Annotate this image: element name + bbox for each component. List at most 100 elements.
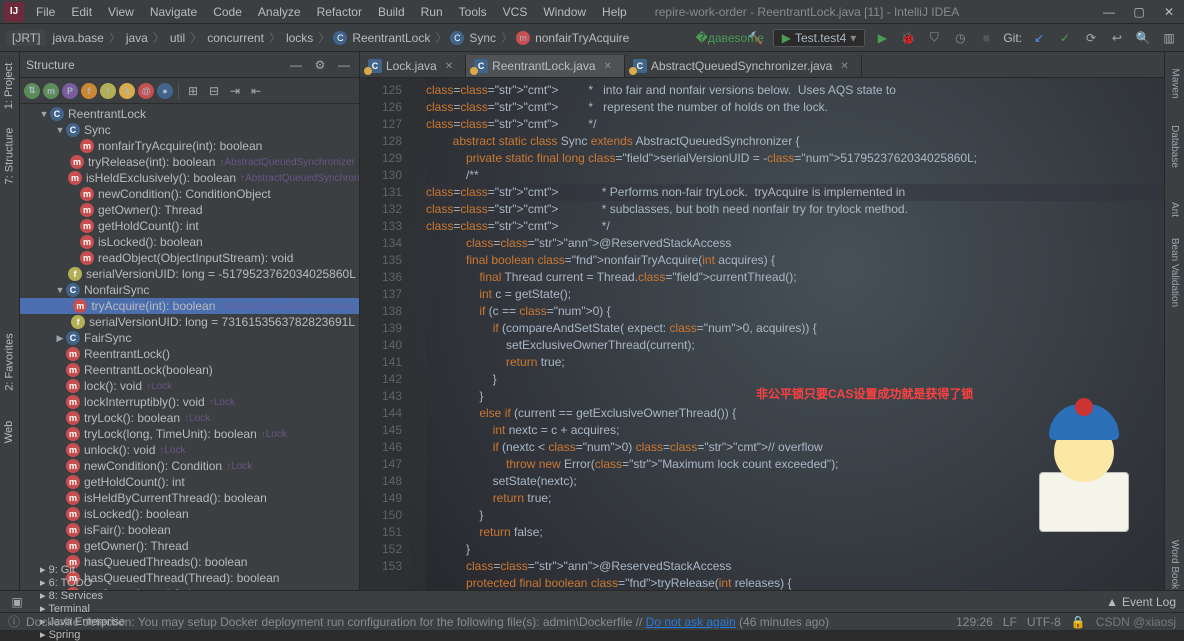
filter-icon[interactable]: m [43,83,59,99]
breadcrumb-segment[interactable]: concurrent [207,31,264,45]
menu-tools[interactable]: Tools [451,3,495,21]
menu-window[interactable]: Window [535,3,594,21]
show-props-icon[interactable]: P [62,83,78,99]
menu-refactor[interactable]: Refactor [309,3,370,21]
tree-node[interactable]: mnewCondition(): Condition↑Lock [20,458,359,474]
run-configuration[interactable]: ▶ Test.test4 ▾ [773,29,866,47]
show-fields-icon[interactable]: f [81,83,97,99]
breadcrumb-segment[interactable]: java [126,31,148,45]
tree-node[interactable]: mnonfairTryAcquire(int): boolean [20,138,359,154]
tree-node[interactable]: misHeldExclusively(): boolean↑AbstractQu… [20,170,359,186]
tree-node[interactable]: ▼CReentrantLock [20,106,359,122]
maven-tab[interactable]: Maven [1169,68,1180,98]
build-icon[interactable]: �давesome [721,29,739,47]
tree-node[interactable]: mReentrantLock() [20,346,359,362]
tree-node[interactable]: mtryLock(): boolean↑Lock [20,410,359,426]
tree-node[interactable]: misLocked(): boolean [20,506,359,522]
tree-node[interactable]: mlockInterruptibly(): void↑Lock [20,394,359,410]
bottom-tab[interactable]: ▸ 9: Git [40,563,125,576]
vcs-update-icon[interactable]: ↙ [1030,29,1048,47]
tree-node[interactable]: mtryLock(long, TimeUnit): boolean↑Lock [20,426,359,442]
tree-node[interactable]: munlock(): void↑Lock [20,442,359,458]
stop-button[interactable]: ■ [977,29,995,47]
bottom-tab[interactable]: ▸ 6: TODO [40,576,125,589]
bottom-tab[interactable]: ▸ Spring [40,628,125,641]
breadcrumb-inner[interactable]: Sync [469,31,496,45]
close-tab-icon[interactable]: ✕ [840,61,848,72]
run-button[interactable]: ▶ [873,29,891,47]
hammer-icon[interactable]: 🔨 [747,29,765,47]
menu-build[interactable]: Build [370,3,413,21]
show-inherited-icon[interactable]: I [100,83,116,99]
tool-menu-icon[interactable]: ▣ [8,593,26,611]
close-tab-icon[interactable]: ✕ [604,61,612,72]
tree-node[interactable]: misLocked(): boolean [20,234,359,250]
group-icon[interactable]: ● [157,83,173,99]
tree-node[interactable]: mreadObject(ObjectInputStream): void [20,250,359,266]
tree-node[interactable]: mlock(): void↑Lock [20,378,359,394]
search-icon[interactable]: 🔍 [1134,29,1152,47]
menu-help[interactable]: Help [594,3,635,21]
minimize-button[interactable]: — [1094,0,1124,24]
editor-tab[interactable]: CLock.java✕ [360,55,466,77]
line-gutter[interactable]: 1251261271281291301311321331341351361371… [360,78,410,590]
caret-position[interactable]: 129:26 [956,615,993,629]
favorites-tab[interactable]: 2: Favorites [4,333,16,390]
project-tab[interactable]: 1: Project [4,63,16,109]
anon-icon[interactable]: @ [138,83,154,99]
menu-navigate[interactable]: Navigate [142,3,205,21]
tree-node[interactable]: ▶CFairSync [20,330,359,346]
close-button[interactable]: ✕ [1154,0,1184,24]
web-tab[interactable]: Web [4,421,16,443]
tree-node[interactable]: mgetOwner(): Thread [20,538,359,554]
tree-node[interactable]: misHeldByCurrentThread(): boolean [20,490,359,506]
menu-code[interactable]: Code [205,3,250,21]
collapse-icon[interactable]: — [287,56,305,74]
breadcrumb-method[interactable]: nonfairTryAcquire [535,31,629,45]
file-encoding[interactable]: UTF-8 [1027,615,1061,629]
hide-icon[interactable]: — [335,56,353,74]
event-log[interactable]: ▲ Event Log [1106,595,1176,609]
bean-tab[interactable]: Bean Validation [1169,238,1180,307]
tree-node[interactable]: ▼CSync [20,122,359,138]
autoscroll-from-icon[interactable]: ⇤ [247,82,265,100]
profile-button[interactable]: ◷ [951,29,969,47]
breadcrumb-segment[interactable]: locks [286,31,313,45]
ide-update-icon[interactable]: ▥ [1160,29,1178,47]
sort-icon[interactable]: ⇅ [24,83,40,99]
editor-tab[interactable]: CAbstractQueuedSynchronizer.java✕ [625,55,862,77]
status-link[interactable]: Do not ask again [646,615,736,629]
bottom-tab[interactable]: ▸ Terminal [40,602,125,615]
editor-tab[interactable]: CReentrantLock.java✕ [466,55,625,77]
vcs-history-icon[interactable]: ⟳ [1082,29,1100,47]
menu-analyze[interactable]: Analyze [250,3,309,21]
menu-view[interactable]: View [100,3,142,21]
menu-file[interactable]: File [28,3,63,21]
bottom-tab[interactable]: ▸ 8: Services [40,589,125,602]
structure-tree[interactable]: ▼CReentrantLock▼CSyncmnonfairTryAcquire(… [20,104,359,590]
menu-edit[interactable]: Edit [63,3,100,21]
tree-node[interactable]: fserialVersionUID: long = 73161535637828… [20,314,359,330]
breadcrumb-segment[interactable]: util [170,31,185,45]
readonly-icon[interactable]: 🔒 [1071,615,1086,629]
autoscroll-icon[interactable]: ⇥ [226,82,244,100]
close-tab-icon[interactable]: ✕ [445,61,453,72]
breadcrumb-class[interactable]: ReentrantLock [352,31,430,45]
vcs-commit-icon[interactable]: ✓ [1056,29,1074,47]
expand-all-icon[interactable]: ⊞ [184,82,202,100]
database-tab[interactable]: Database [1169,125,1180,168]
tree-node[interactable]: mnewCondition(): ConditionObject [20,186,359,202]
lambda-icon[interactable]: λ [119,83,135,99]
collapse-all-icon[interactable]: ⊟ [205,82,223,100]
gear-icon[interactable]: ⚙ [311,56,329,74]
tree-node[interactable]: misFair(): boolean [20,522,359,538]
vcs-revert-icon[interactable]: ↩ [1108,29,1126,47]
tree-node[interactable]: mgetHoldCount(): int [20,218,359,234]
breadcrumb-segment[interactable]: java.base [52,31,103,45]
coverage-button[interactable]: ⛉ [925,29,943,47]
tree-node[interactable]: mgetHoldCount(): int [20,474,359,490]
tree-node[interactable]: mtryRelease(int): boolean↑AbstractQueued… [20,154,359,170]
menu-vcs[interactable]: VCS [495,3,536,21]
maximize-button[interactable]: ▢ [1124,0,1154,24]
structure-tab[interactable]: 7: Structure [4,128,16,185]
